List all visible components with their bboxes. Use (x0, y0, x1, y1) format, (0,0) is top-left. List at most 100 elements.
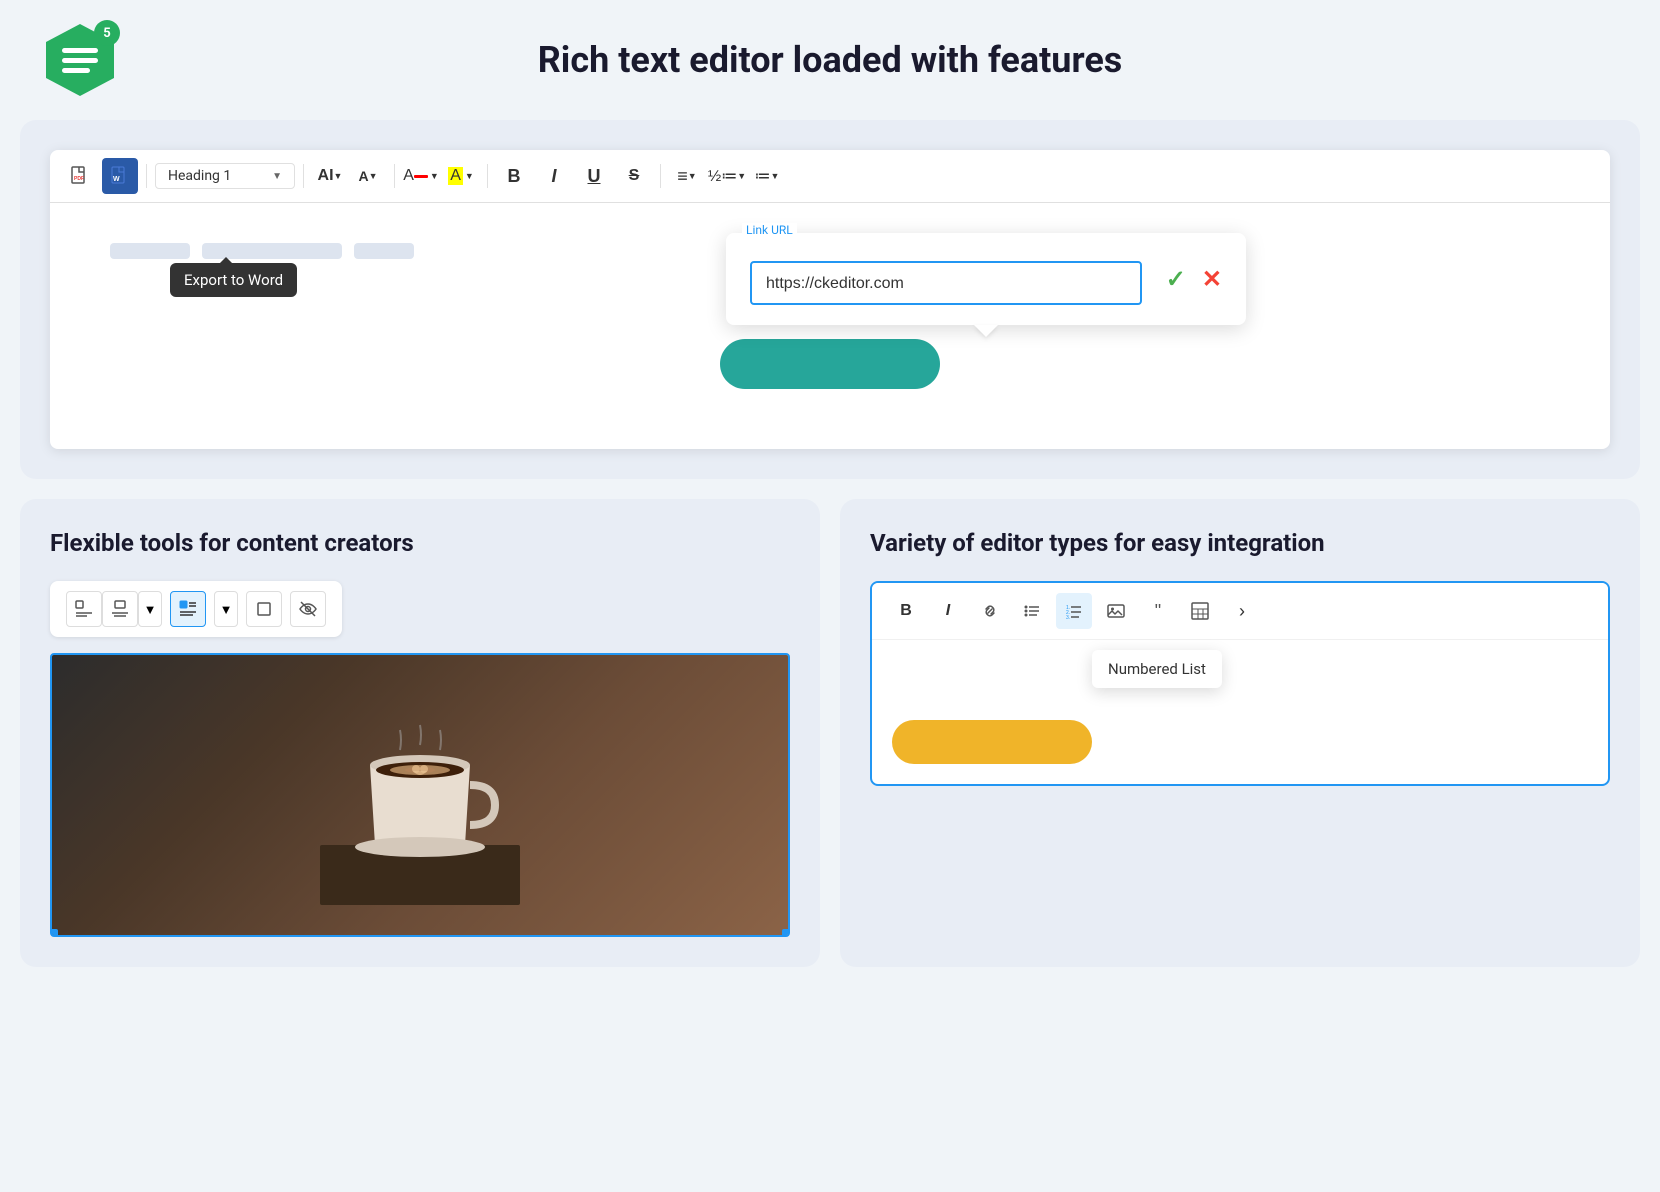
mini-link-button[interactable] (972, 593, 1008, 629)
ordered-list-chevron: ▼ (737, 171, 746, 181)
mini-italic-button[interactable]: I (930, 593, 966, 629)
heading-select-value: Heading 1 (168, 168, 231, 184)
font-color-indicator (414, 175, 428, 178)
link-popup: Link URL ✓ ✕ (726, 233, 1246, 325)
italic-button[interactable]: I (536, 158, 572, 194)
mini-bullet-button[interactable] (1014, 593, 1050, 629)
toolbar-divider-3 (394, 164, 395, 188)
coffee-image (52, 655, 788, 935)
word-export-button[interactable]: W (102, 158, 138, 194)
unordered-list-button[interactable]: ≔ ▼ (749, 158, 785, 194)
flexible-tools-card: Flexible tools for content creators ▼ ▼ (20, 499, 820, 967)
toolbar-divider-4 (487, 164, 488, 188)
mini-more-button[interactable]: › (1224, 593, 1260, 629)
link-url-label: Link URL (742, 223, 797, 237)
mini-more-icon: › (1239, 601, 1245, 622)
font-color-icon: A (403, 167, 414, 185)
font-size-button[interactable]: AI ▼ (312, 158, 348, 194)
image-align-left-button[interactable] (66, 591, 102, 627)
variety-content (872, 700, 1608, 784)
export-to-word-tooltip: Export to Word (170, 263, 297, 297)
editor-container: PDF W Heading 1 ▼ AI (50, 150, 1610, 449)
image-frame: ↵ (50, 653, 790, 937)
underline-icon: U (588, 166, 601, 187)
italic-icon: I (551, 166, 556, 187)
variety-editor-title: Variety of editor types for easy integra… (870, 529, 1610, 557)
top-bar: 5 Rich text editor loaded with features (0, 0, 1660, 120)
mini-bold-icon: B (900, 602, 912, 620)
image-align-chevron[interactable]: ▼ (138, 591, 162, 627)
mini-italic-icon: I (946, 602, 950, 620)
align-button[interactable]: ≡ ▼ (669, 158, 705, 194)
mini-table-button[interactable] (1182, 593, 1218, 629)
highlight-icon: A (448, 167, 463, 185)
mini-bold-button[interactable]: B (888, 593, 924, 629)
resize-handle-br[interactable] (782, 929, 790, 937)
editor-content[interactable]: Link URL ✓ ✕ (50, 203, 1610, 449)
image-block-button[interactable] (246, 591, 282, 627)
font-size-icon: AI (318, 167, 334, 185)
flexible-tools-title: Flexible tools for content creators (50, 529, 790, 557)
align-chevron: ▼ (688, 171, 697, 181)
unordered-list-chevron: ▼ (771, 171, 780, 181)
font-size-chevron: ▼ (334, 171, 343, 181)
toolbar: PDF W Heading 1 ▼ AI (50, 150, 1610, 203)
yellow-decorative-button (892, 720, 1092, 764)
mini-quote-icon: " (1155, 601, 1161, 622)
font-color-button[interactable]: A ▼ (403, 158, 439, 194)
numbered-list-tooltip: Numbered List (1092, 650, 1222, 688)
link-popup-row: ✓ ✕ (750, 253, 1222, 305)
svg-text:PDF: PDF (74, 176, 84, 182)
image-wrap-button[interactable] (170, 591, 206, 627)
teal-button-container (110, 319, 1550, 409)
svg-text:3.: 3. (1066, 615, 1070, 620)
toolbar-divider-1 (146, 164, 147, 188)
logo-badge[interactable]: 5 (40, 20, 120, 100)
link-url-input[interactable] (766, 275, 1126, 293)
heading-chevron-icon: ▼ (272, 171, 282, 182)
resize-handle-bl[interactable] (50, 929, 58, 937)
mini-toolbar: B I 1.2.3. (872, 583, 1608, 640)
variety-editor-card: Variety of editor types for easy integra… (840, 499, 1640, 967)
link-cancel-button[interactable]: ✕ (1202, 265, 1222, 293)
font-color-chevron: ▼ (430, 171, 439, 181)
bottom-sections: Flexible tools for content creators ▼ ▼ (20, 499, 1640, 967)
highlight-chevron: ▼ (465, 171, 474, 181)
ordered-list-icon: ½≔ (708, 166, 737, 186)
pdf-button[interactable]: PDF (62, 158, 98, 194)
bold-button[interactable]: B (496, 158, 532, 194)
font-size-group: AI ▼ A ▼ (312, 158, 386, 194)
notification-count: 5 (94, 20, 120, 46)
mini-image-button[interactable] (1098, 593, 1134, 629)
tooltip-anchor: Numbered List (872, 640, 1608, 700)
mini-quote-button[interactable]: " (1140, 593, 1176, 629)
heading-select[interactable]: Heading 1 ▼ (155, 163, 295, 189)
link-input-wrapper[interactable] (750, 261, 1142, 305)
image-hidden-button[interactable] (290, 591, 326, 627)
font-size2-button[interactable]: A ▼ (350, 158, 386, 194)
image-align-center-button[interactable] (102, 591, 138, 627)
underline-button[interactable]: U (576, 158, 612, 194)
toolbar-divider-5 (660, 164, 661, 188)
image-toolbar: ▼ ▼ (50, 581, 342, 637)
strikethrough-icon: S (629, 167, 640, 185)
heading-line-3 (354, 243, 414, 259)
image-wrap-chevron[interactable]: ▼ (214, 591, 238, 627)
variety-editor: B I 1.2.3. (870, 581, 1610, 786)
link-confirm-button[interactable]: ✓ (1166, 265, 1186, 293)
variety-card-inner: B I 1.2.3. (870, 581, 1610, 786)
heading-line-1 (110, 243, 190, 259)
svg-text:W: W (113, 176, 120, 183)
highlight-button[interactable]: A ▼ (443, 158, 479, 194)
editor-section: PDF W Heading 1 ▼ AI (20, 120, 1640, 479)
font-size2-chevron: ▼ (369, 171, 378, 181)
strikethrough-button[interactable]: S (616, 158, 652, 194)
image-align-group: ▼ (66, 591, 162, 627)
toolbar-divider-2 (303, 164, 304, 188)
bold-icon: B (508, 166, 521, 187)
mini-numbered-button[interactable]: 1.2.3. (1056, 593, 1092, 629)
font-size2-icon: A (358, 168, 368, 184)
page-title: Rich text editor loaded with features (120, 39, 1540, 81)
ordered-list-button[interactable]: ½≔ ▼ (709, 158, 745, 194)
link-actions: ✓ ✕ (1166, 265, 1222, 293)
